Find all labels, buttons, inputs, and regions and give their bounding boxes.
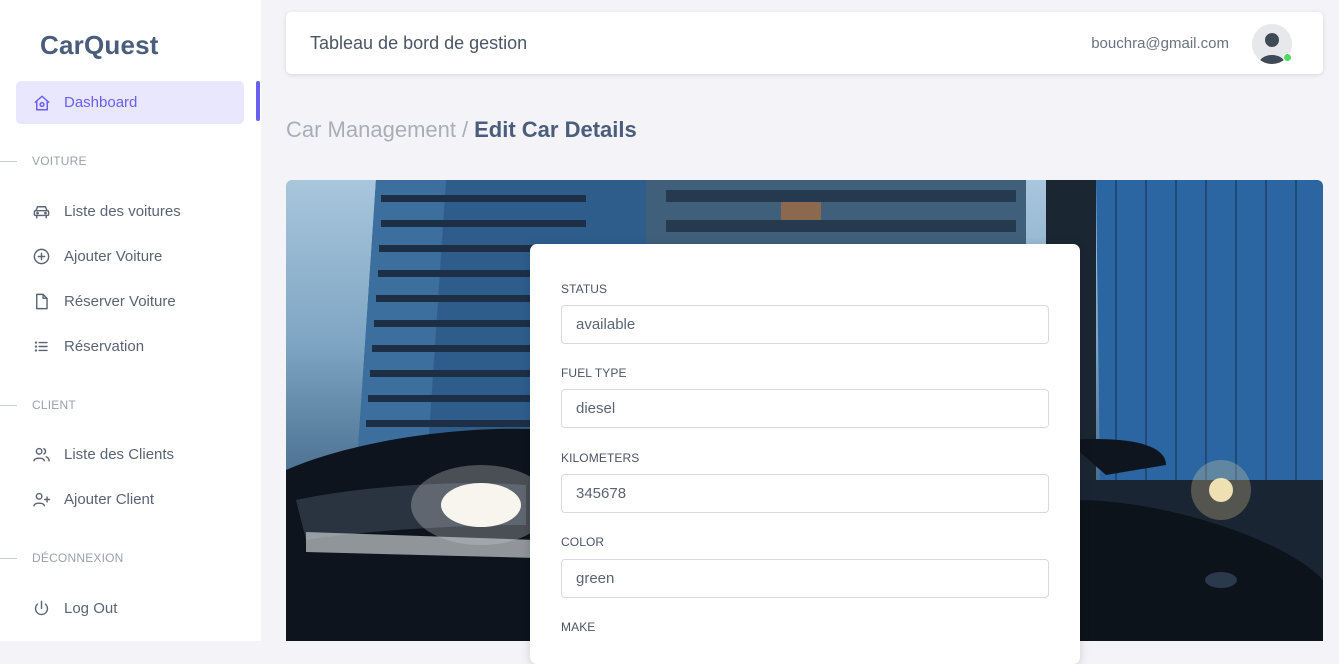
online-status-dot	[1283, 53, 1292, 62]
plus-circle-icon	[32, 247, 51, 266]
users-icon	[32, 445, 51, 464]
breadcrumb: Car Management / Edit Car Details	[286, 117, 637, 143]
list-icon	[32, 337, 51, 356]
sidebar-item-label: Réserver Voiture	[64, 293, 176, 310]
section-voiture: VOITURE	[0, 154, 87, 168]
sidebar-item-ajouter-client[interactable]: Ajouter Client	[32, 490, 154, 509]
sidebar-item-liste-clients[interactable]: Liste des Clients	[32, 445, 174, 464]
breadcrumb-parent[interactable]: Car Management	[286, 117, 456, 142]
file-icon	[32, 292, 51, 311]
power-icon	[32, 599, 51, 618]
sidebar-item-label: Log Out	[64, 600, 118, 617]
user-email[interactable]: bouchra@gmail.com	[1091, 35, 1229, 52]
page-title: Edit Car Details	[474, 117, 637, 142]
section-title: CLIENT	[32, 398, 76, 412]
section-deconnexion: DÉCONNEXION	[0, 551, 124, 565]
breadcrumb-separator: /	[461, 117, 469, 142]
section-client: CLIENT	[0, 398, 76, 412]
color-field[interactable]	[561, 559, 1049, 598]
section-title: VOITURE	[32, 154, 87, 168]
kilometers-label: KILOMETERS	[561, 451, 640, 465]
brand-logo[interactable]: CarQuest	[40, 30, 159, 61]
sidebar-item-reservation[interactable]: Réservation	[32, 337, 144, 356]
fuel-type-label: FUEL TYPE	[561, 366, 627, 380]
header-title: Tableau de bord de gestion	[310, 33, 528, 53]
car-icon	[32, 202, 51, 221]
edit-car-form: STATUS FUEL TYPE KILOMETERS COLOR MAKE	[530, 244, 1080, 664]
make-label: MAKE	[561, 620, 596, 634]
color-label: COLOR	[561, 535, 605, 549]
sidebar-item-reserver-voiture[interactable]: Réserver Voiture	[32, 292, 176, 311]
kilometers-field[interactable]	[561, 474, 1049, 513]
active-indicator	[256, 81, 260, 121]
sidebar-item-label: Ajouter Voiture	[64, 248, 163, 265]
sidebar-item-ajouter-voiture[interactable]: Ajouter Voiture	[32, 247, 162, 266]
sidebar: CarQuest Dashboard VOITURE Liste des voi…	[0, 0, 261, 641]
user-plus-icon	[32, 490, 51, 509]
sidebar-item-liste-voitures[interactable]: Liste des voitures	[32, 202, 181, 221]
sidebar-item-label: Dashboard	[64, 94, 138, 111]
sidebar-item-label: Liste des voitures	[64, 203, 181, 220]
section-title: DÉCONNEXION	[32, 551, 124, 565]
sidebar-item-label: Réservation	[64, 338, 145, 355]
status-label: STATUS	[561, 282, 608, 296]
status-field[interactable]	[561, 305, 1049, 344]
fuel-type-field[interactable]	[561, 389, 1049, 428]
sidebar-item-logout[interactable]: Log Out	[32, 599, 117, 618]
top-header: Tableau de bord de gestion bouchra@gmail…	[286, 12, 1323, 74]
sidebar-item-label: Liste des Clients	[64, 446, 175, 463]
sidebar-item-label: Ajouter Client	[64, 491, 155, 508]
sidebar-item-dashboard[interactable]: Dashboard	[16, 81, 244, 124]
home-icon	[33, 94, 51, 112]
